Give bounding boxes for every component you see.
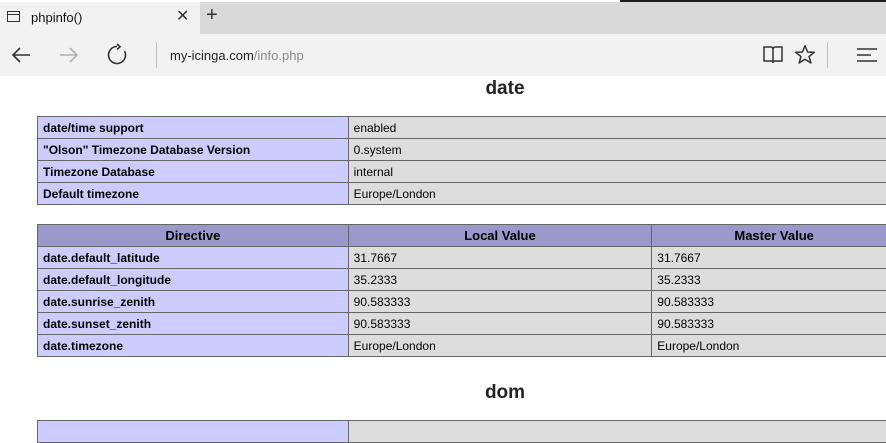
table-row: date.timezoneEurope/LondonEurope/London <box>38 335 886 357</box>
directive-name: date.timezone <box>38 335 349 357</box>
header-master-value: Master Value <box>652 225 886 247</box>
local-value: 31.7667 <box>348 247 652 269</box>
table-header-row: Directive Local Value Master Value <box>38 225 886 247</box>
directive-name: date.default_latitude <box>38 247 349 269</box>
local-value: Europe/London <box>348 335 652 357</box>
table-row: Timezone Databaseinternal <box>38 161 886 183</box>
local-value: 90.583333 <box>348 291 652 313</box>
navigation-bar: my-icinga.com/info.php <box>0 34 886 76</box>
refresh-icon[interactable] <box>105 43 129 67</box>
table-row: date.sunrise_zenith90.58333390.583333 <box>38 291 886 313</box>
tab-phpinfo[interactable]: phpinfo() ✕ <box>0 2 200 34</box>
page-content: date date/time supportenabled"Olson" Tim… <box>0 76 886 423</box>
close-icon[interactable]: ✕ <box>176 7 189 27</box>
header-directive: Directive <box>38 225 349 247</box>
info-name: Timezone Database <box>38 161 349 183</box>
address-separator <box>156 42 157 68</box>
table-row: date.default_longitude35.233335.2333 <box>38 269 886 291</box>
tab-bar-top-line-dark <box>620 0 886 2</box>
info-value: 0.system <box>348 139 886 161</box>
page-icon <box>7 11 20 22</box>
table-row <box>38 421 886 443</box>
dom-info-table <box>37 420 886 443</box>
favorite-star-icon[interactable] <box>793 43 817 67</box>
toolbar-separator <box>827 42 828 68</box>
info-name: date/time support <box>38 117 349 139</box>
master-value: 35.2333 <box>652 269 886 291</box>
table-row: date.default_latitude31.766731.7667 <box>38 247 886 269</box>
directive-name: date.sunrise_zenith <box>38 291 349 313</box>
info-value: Europe/London <box>348 183 886 205</box>
info-value: internal <box>348 161 886 183</box>
plus-icon[interactable]: + <box>206 4 218 26</box>
table-row: "Olson" Timezone Database Version0.syste… <box>38 139 886 161</box>
table-row: date.sunset_zenith90.58333390.583333 <box>38 313 886 335</box>
tab-title: phpinfo() <box>31 10 82 25</box>
back-arrow-icon[interactable] <box>9 43 33 67</box>
section-title-dom: dom <box>0 382 886 404</box>
header-local-value: Local Value <box>348 225 652 247</box>
section-title-date: date <box>0 78 886 100</box>
info-name: Default timezone <box>38 183 349 205</box>
local-value: 90.583333 <box>348 313 652 335</box>
directive-name: date.default_longitude <box>38 269 349 291</box>
master-value: Europe/London <box>652 335 886 357</box>
info-value: enabled <box>348 117 886 139</box>
directive-name: date.sunset_zenith <box>38 313 349 335</box>
reading-view-icon[interactable] <box>761 43 785 67</box>
table-row: date/time supportenabled <box>38 117 886 139</box>
address-host: my-icinga.com <box>170 48 254 63</box>
address-bar[interactable]: my-icinga.com/info.php <box>170 48 304 63</box>
local-value: 35.2333 <box>348 269 652 291</box>
date-directives-table: Directive Local Value Master Value date.… <box>37 224 886 357</box>
master-value: 90.583333 <box>652 313 886 335</box>
forward-arrow-icon[interactable] <box>57 43 81 67</box>
master-value: 31.7667 <box>652 247 886 269</box>
table-row: Default timezoneEurope/London <box>38 183 886 205</box>
master-value: 90.583333 <box>652 291 886 313</box>
address-path: /info.php <box>254 48 304 63</box>
date-info-table: date/time supportenabled"Olson" Timezone… <box>37 116 886 205</box>
info-name: "Olson" Timezone Database Version <box>38 139 349 161</box>
tab-bar: phpinfo() ✕ + <box>0 0 886 34</box>
hub-menu-icon[interactable] <box>855 43 879 67</box>
